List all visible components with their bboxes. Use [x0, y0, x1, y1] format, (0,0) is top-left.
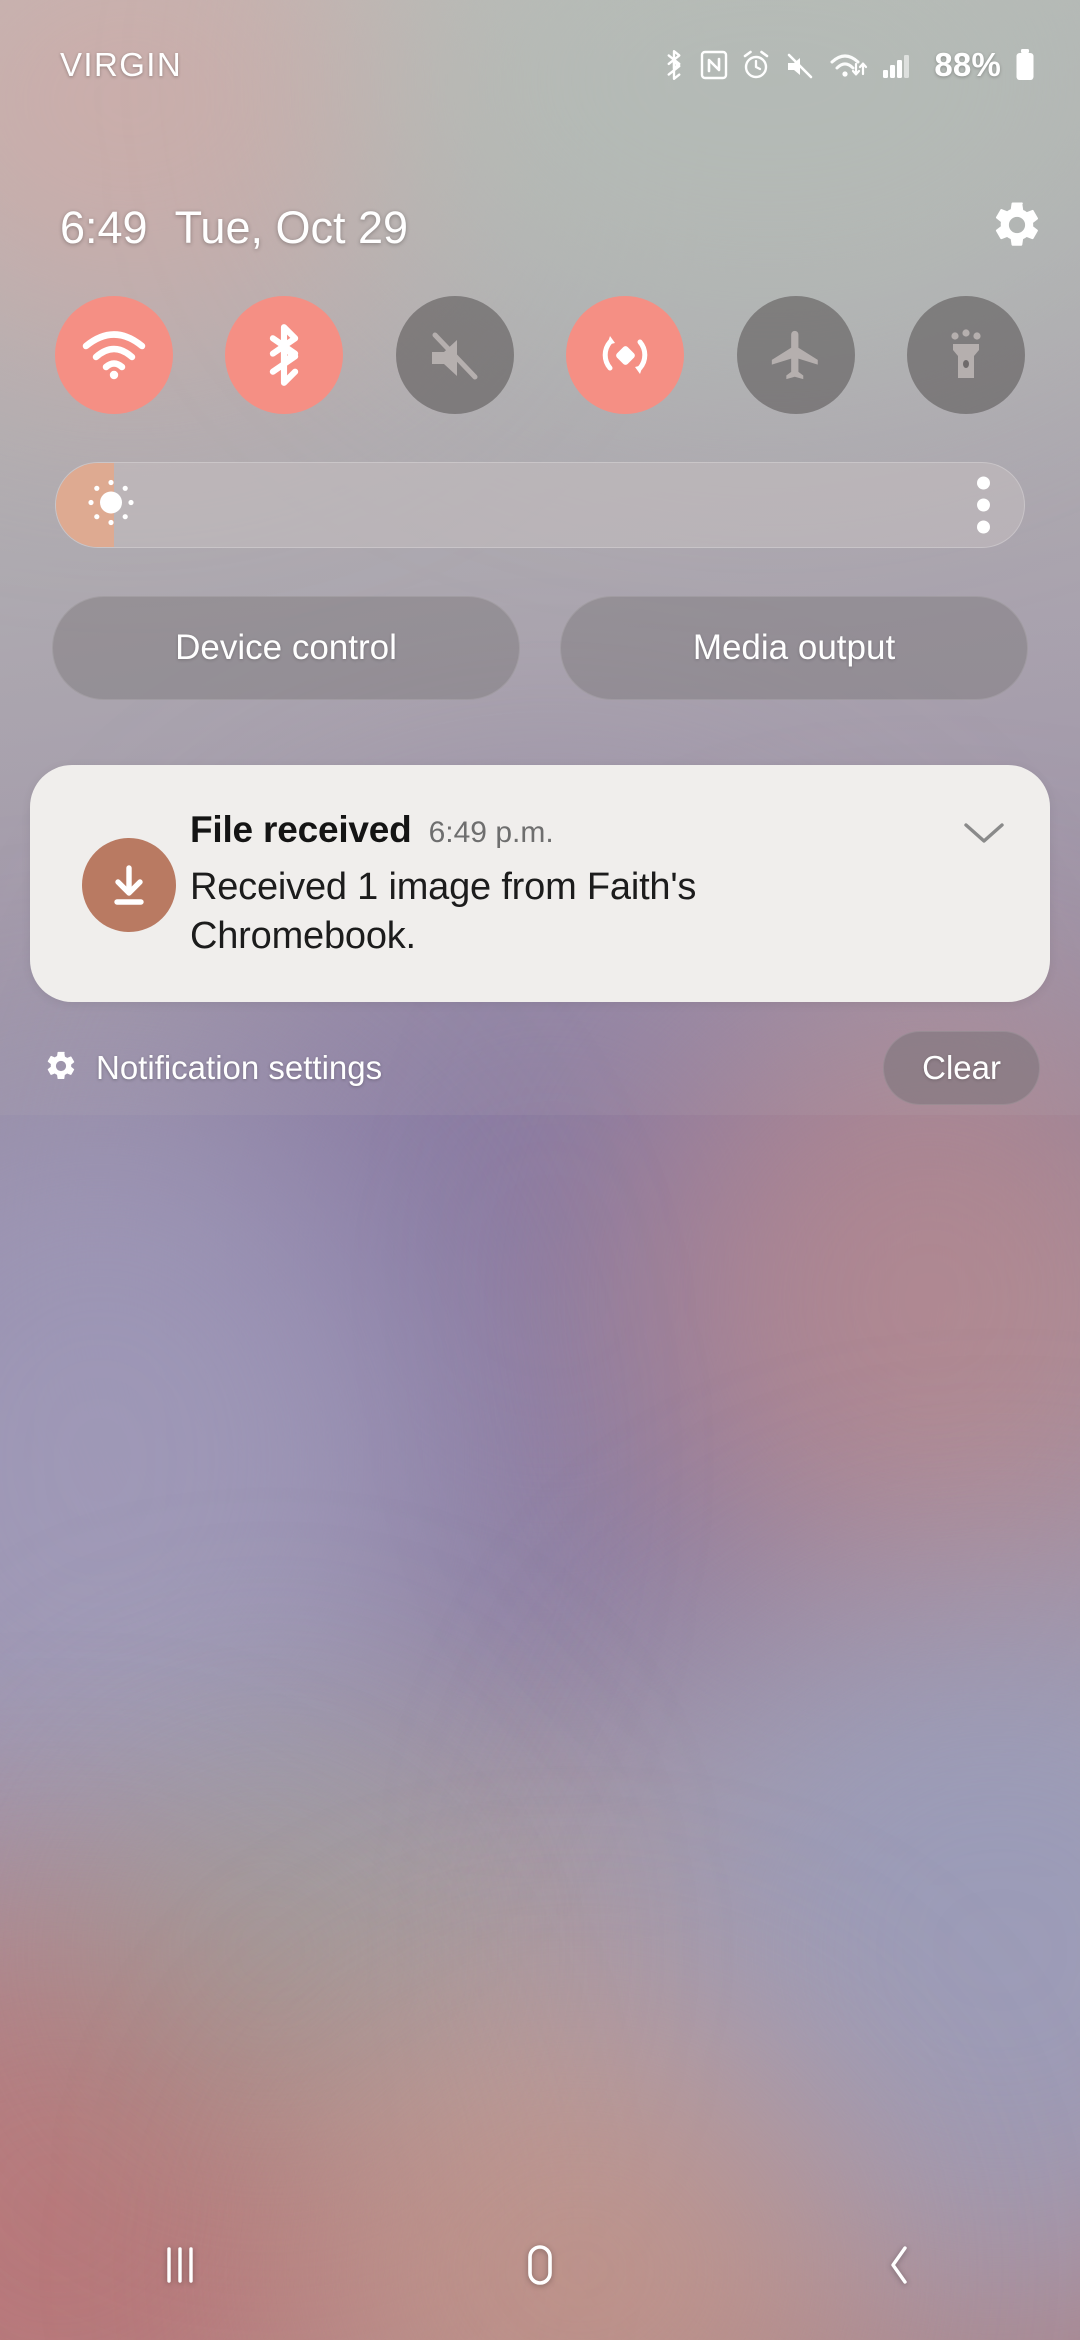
quick-settings-tiles: [0, 296, 1080, 414]
bluetooth-icon: [661, 48, 687, 82]
qs-tile-wifi[interactable]: [55, 296, 173, 414]
alarm-icon: [741, 49, 771, 81]
device-control-button[interactable]: Device control: [52, 596, 520, 700]
notification-time: 6:49 p.m.: [428, 816, 554, 849]
qs-tile-auto-rotate[interactable]: [566, 296, 685, 414]
airplane-icon: [767, 326, 825, 384]
quick-panel-header: 6:49 Tue, Oct 29: [0, 175, 1080, 280]
notification-text: Received 1 image from Faith's Chromebook…: [190, 866, 697, 958]
nfc-icon: [700, 49, 728, 81]
gear-icon: [44, 1049, 78, 1088]
status-bar: VIRGIN 88%: [0, 0, 1080, 130]
notification-icon-column: [64, 809, 190, 962]
gear-icon[interactable]: [990, 198, 1044, 257]
brightness-slider[interactable]: [55, 462, 1025, 548]
qs-tile-mute[interactable]: [395, 296, 514, 414]
bluetooth-icon: [260, 323, 308, 387]
clock-time[interactable]: 6:49: [60, 202, 148, 254]
navigation-bar: [0, 2190, 1080, 2340]
notification-footer: Notification settings Clear: [0, 1022, 1080, 1114]
media-buttons-row: Device control Media output: [52, 596, 1028, 700]
notification-title: File received: [190, 809, 412, 850]
recents-button[interactable]: [80, 2190, 280, 2340]
notification-card[interactable]: File received 6:49 p.m. Received 1 image…: [30, 765, 1050, 1002]
carrier-label: VIRGIN: [60, 46, 183, 83]
wifi-icon: [829, 49, 869, 81]
notification-settings-button[interactable]: Notification settings: [44, 1049, 382, 1088]
mute-icon: [784, 49, 816, 81]
recents-icon: [160, 2241, 200, 2289]
clock-date[interactable]: Tue, Oct 29: [175, 202, 408, 254]
home-icon: [520, 2241, 560, 2289]
flashlight-icon: [939, 326, 993, 384]
notification-settings-label: Notification settings: [96, 1049, 383, 1086]
clear-button[interactable]: Clear: [883, 1031, 1040, 1105]
brightness-sun-icon: [85, 477, 137, 534]
wifi-icon: [82, 329, 146, 381]
more-vertical-icon[interactable]: [977, 476, 990, 534]
clock-and-date[interactable]: 6:49 Tue, Oct 29: [60, 202, 408, 254]
battery-percent-label: 88%: [934, 46, 1001, 83]
back-icon: [880, 2241, 920, 2289]
media-output-button[interactable]: Media output: [560, 596, 1028, 700]
qs-tile-flashlight[interactable]: [906, 296, 1025, 414]
home-button[interactable]: [440, 2190, 640, 2340]
cellular-signal-icon: [882, 49, 916, 81]
brightness-row: [55, 462, 1025, 548]
back-button[interactable]: [800, 2190, 1000, 2340]
qs-tile-airplane[interactable]: [736, 296, 855, 414]
notification-title-row: File received 6:49 p.m.: [190, 809, 942, 851]
notification-body: File received 6:49 p.m. Received 1 image…: [190, 809, 952, 962]
mute-icon: [425, 326, 485, 384]
download-icon: [82, 838, 176, 933]
auto-rotate-icon: [596, 326, 654, 384]
qs-tile-bluetooth[interactable]: [225, 296, 344, 414]
chevron-down-icon[interactable]: [952, 809, 1016, 962]
battery-icon: [1014, 48, 1036, 82]
status-icons: 88%: [661, 46, 1036, 84]
